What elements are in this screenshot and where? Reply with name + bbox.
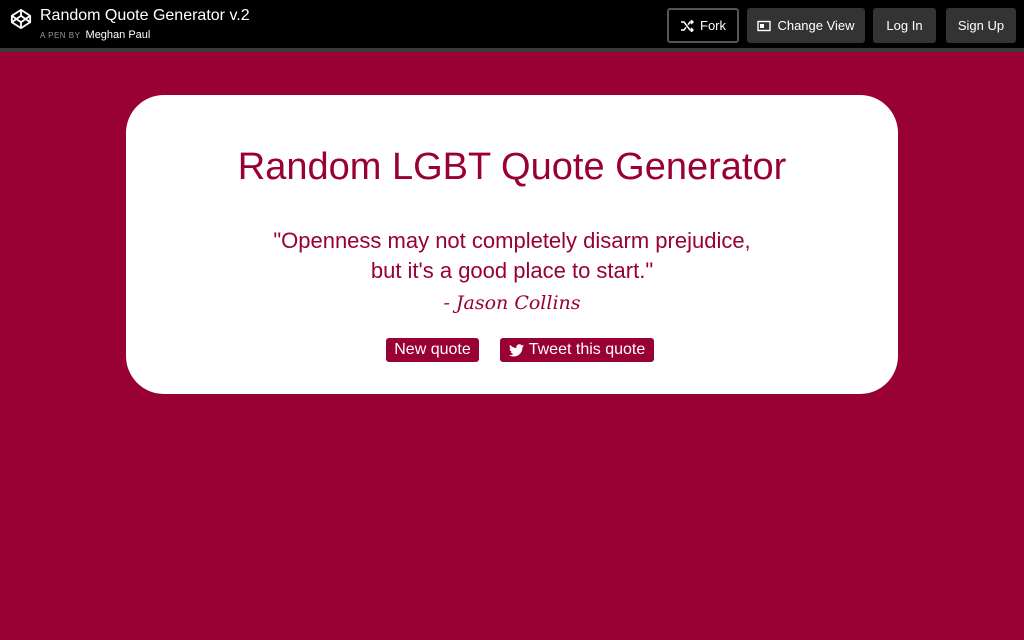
change-view-label: Change View: [777, 18, 855, 33]
pen-title[interactable]: Random Quote Generator v.2: [40, 7, 250, 25]
log-in-button[interactable]: Log In: [873, 8, 936, 43]
layout-icon: [757, 20, 772, 31]
pen-by-label: A PEN BY: [40, 31, 81, 40]
sign-up-button[interactable]: Sign Up: [946, 8, 1016, 43]
fork-label: Fork: [700, 18, 726, 33]
new-quote-button[interactable]: New quote: [386, 338, 479, 362]
fork-button[interactable]: Fork: [667, 8, 739, 43]
quote-author: - Jason Collins: [443, 292, 581, 314]
pen-author-link[interactable]: Meghan Paul: [86, 29, 151, 41]
tweet-label: Tweet this quote: [528, 341, 646, 358]
pen-author-line: A PEN BY Meghan Paul: [40, 29, 150, 41]
change-view-button[interactable]: Change View: [747, 8, 865, 43]
codepen-icon[interactable]: [10, 8, 32, 30]
twitter-icon: [508, 343, 524, 356]
quote-text: "Openness may not completely disarm prej…: [273, 228, 751, 283]
fork-icon: [681, 19, 694, 32]
page-title: Random LGBT Quote Generator: [237, 146, 787, 188]
tweet-button[interactable]: Tweet this quote: [500, 338, 654, 362]
codepen-header: Random Quote Generator v.2 A PEN BY Megh…: [0, 0, 1024, 52]
